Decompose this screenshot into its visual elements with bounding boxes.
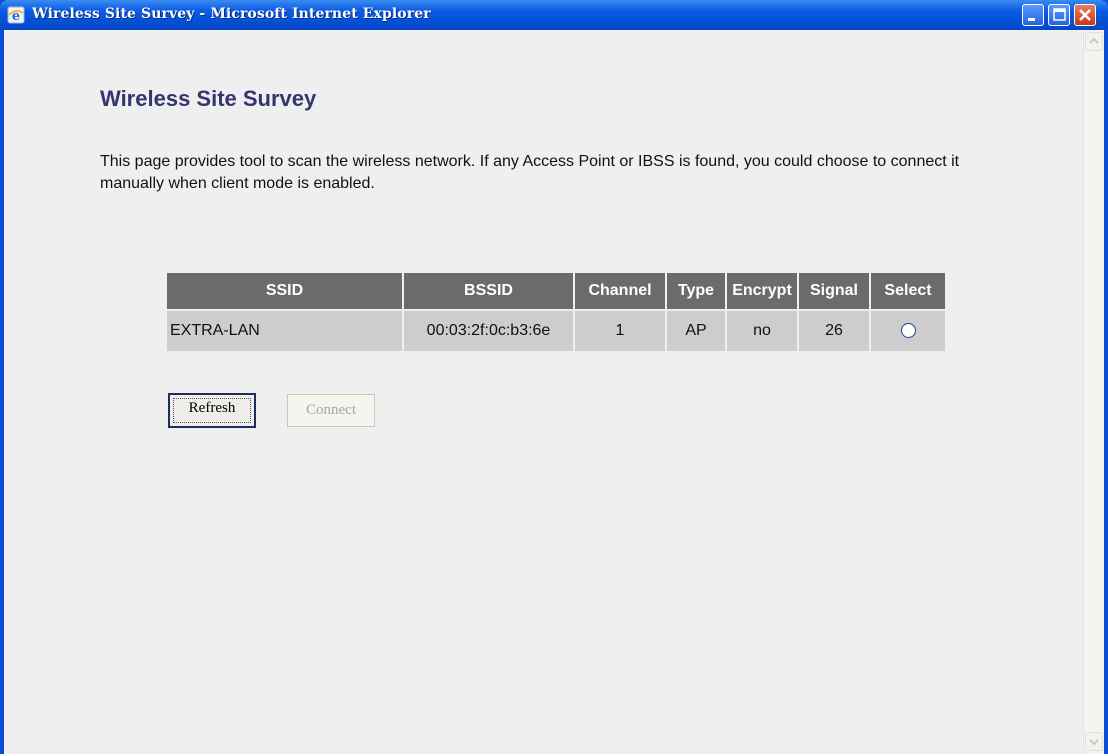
cell-ssid: EXTRA-LAN <box>167 311 402 351</box>
window-title: Wireless Site Survey - Microsoft Interne… <box>32 6 431 22</box>
title-bar[interactable]: e Wireless Site Survey - Microsoft Inter… <box>0 0 1108 30</box>
refresh-button[interactable]: Refresh <box>168 393 256 428</box>
cell-signal: 26 <box>799 311 869 351</box>
connect-button[interactable]: Connect <box>287 394 375 427</box>
browser-window: e Wireless Site Survey - Microsoft Inter… <box>0 0 1108 754</box>
header-bssid: BSSID <box>404 273 573 309</box>
vertical-scrollbar[interactable] <box>1083 30 1104 754</box>
header-encrypt: Encrypt <box>727 273 797 309</box>
cell-channel: 1 <box>575 311 665 351</box>
header-channel: Channel <box>575 273 665 309</box>
close-button[interactable] <box>1074 4 1096 26</box>
page-description: This page provides tool to scan the wire… <box>100 153 960 192</box>
table-header-row: SSID BSSID Channel Type Encrypt Signal S… <box>167 273 945 309</box>
scroll-down-arrow-icon[interactable] <box>1085 732 1103 751</box>
header-select: Select <box>871 273 945 309</box>
select-radio[interactable] <box>900 323 916 339</box>
cell-bssid: 00:03:2f:0c:b3:6e <box>404 311 573 351</box>
maximize-button[interactable] <box>1048 4 1070 26</box>
page-content: Wireless Site Survey This page provides … <box>4 30 1083 754</box>
site-survey-table: SSID BSSID Channel Type Encrypt Signal S… <box>165 271 947 353</box>
internet-explorer-icon: e <box>7 6 25 24</box>
header-ssid: SSID <box>167 273 402 309</box>
table-row: EXTRA-LAN 00:03:2f:0c:b3:6e 1 AP no 26 <box>167 311 945 351</box>
page-title: Wireless Site Survey <box>100 86 317 111</box>
minimize-button[interactable] <box>1022 4 1044 26</box>
header-type: Type <box>667 273 725 309</box>
cell-select <box>871 311 945 351</box>
cell-type: AP <box>667 311 725 351</box>
browser-client-area: Wireless Site Survey This page provides … <box>4 30 1104 754</box>
cell-encrypt: no <box>727 311 797 351</box>
header-signal: Signal <box>799 273 869 309</box>
scroll-up-arrow-icon[interactable] <box>1085 32 1103 51</box>
